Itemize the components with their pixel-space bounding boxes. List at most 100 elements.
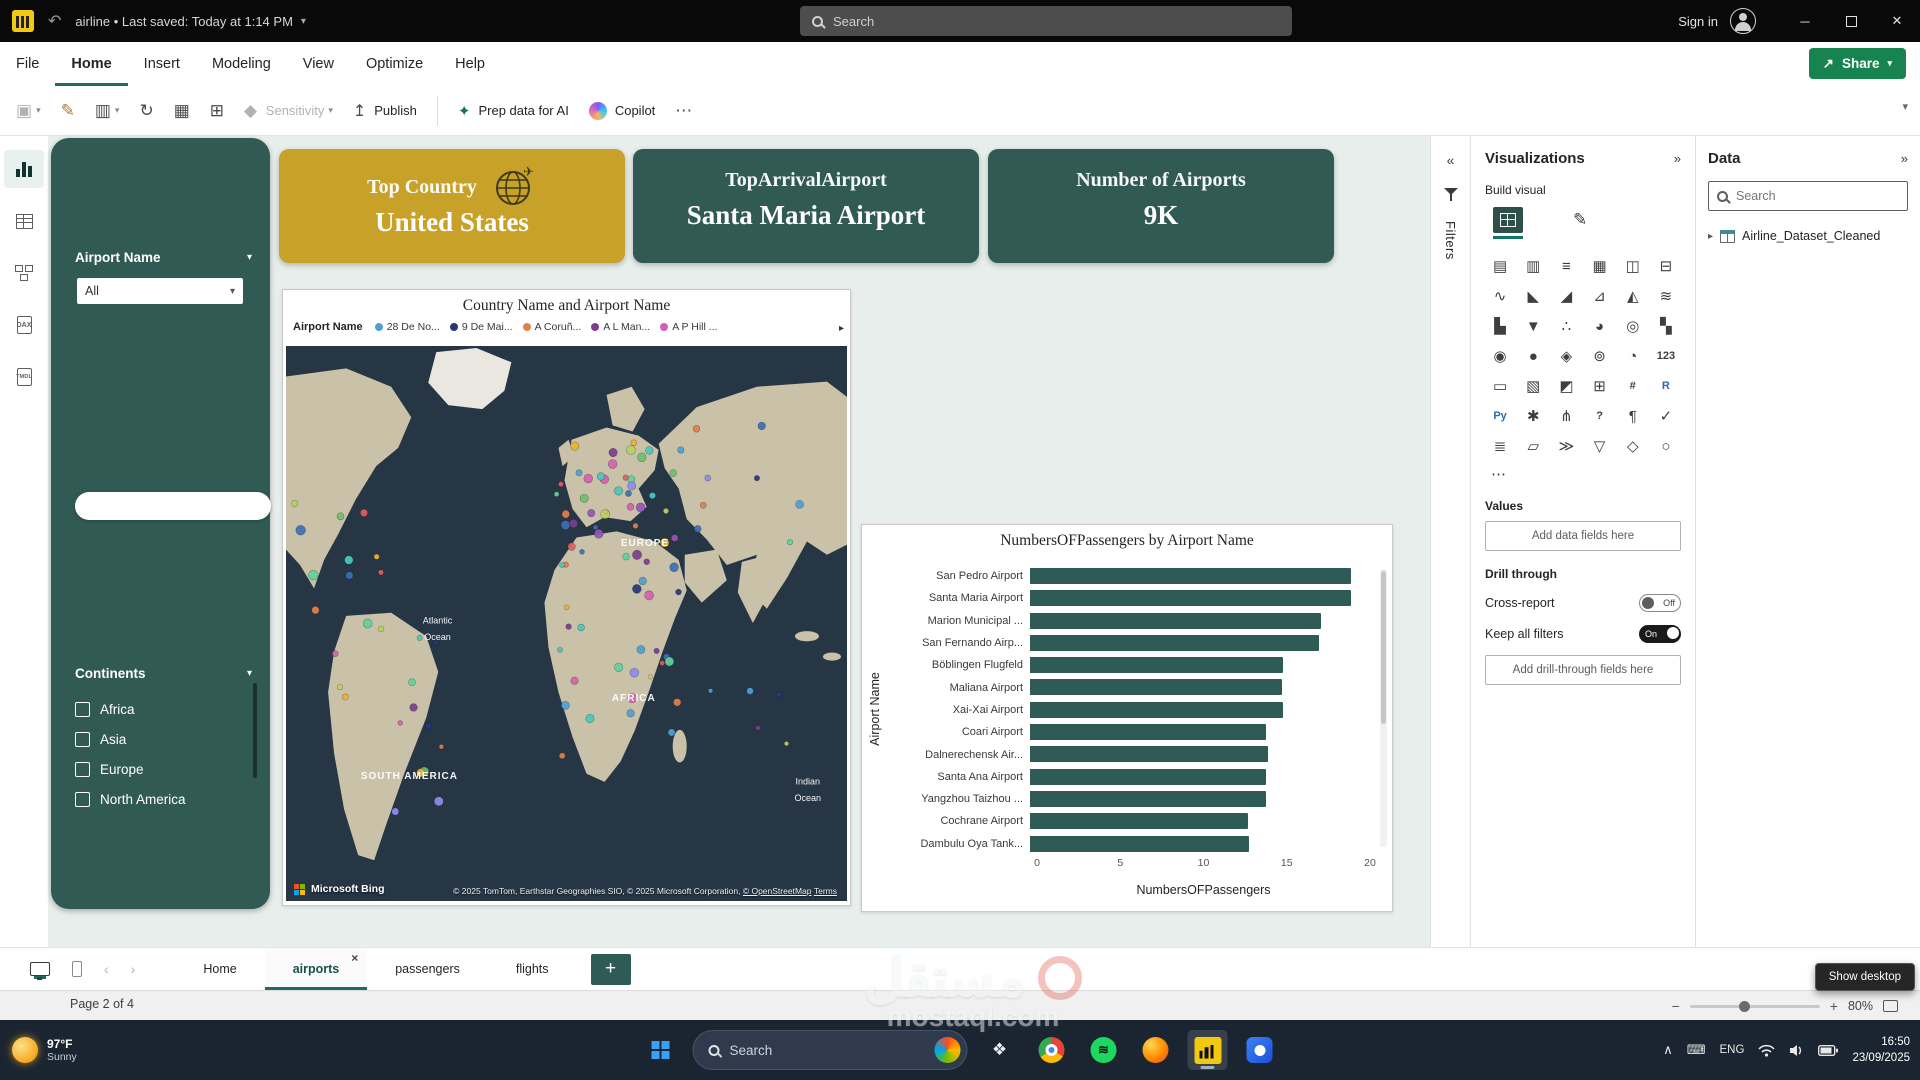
- visual-type-table[interactable]: ⊞: [1584, 373, 1614, 399]
- model-view-button[interactable]: [4, 254, 44, 292]
- collapse-ribbon-icon[interactable]: ▾: [1902, 100, 1908, 113]
- map-data-point[interactable]: [309, 570, 319, 580]
- map-data-point[interactable]: [784, 741, 788, 745]
- start-button[interactable]: [641, 1030, 681, 1070]
- photos-app-button[interactable]: [1240, 1030, 1280, 1070]
- visual-type-waterfall-chart[interactable]: ▙: [1485, 313, 1515, 339]
- map-data-point[interactable]: [312, 606, 320, 614]
- dataset-tree-item[interactable]: ▸ Airline_Dataset_Cleaned: [1708, 229, 1908, 243]
- zoom-in-button[interactable]: +: [1830, 998, 1838, 1014]
- visual-type-line-chart[interactable]: ∿: [1485, 283, 1515, 309]
- map-data-point[interactable]: [649, 492, 655, 499]
- previous-page-icon[interactable]: ‹: [104, 961, 109, 977]
- global-search-input[interactable]: Search: [800, 6, 1292, 36]
- map-data-point[interactable]: [628, 482, 636, 490]
- publish-button[interactable]: ↥ Publish: [353, 101, 417, 121]
- map-data-point[interactable]: [576, 470, 582, 476]
- bar[interactable]: [1030, 813, 1248, 829]
- minimize-button[interactable]: ─: [1782, 0, 1828, 42]
- document-title[interactable]: airline • Last saved: Today at 1:14 PM ▾: [75, 14, 306, 29]
- map-data-point[interactable]: [566, 624, 572, 630]
- visual-type-azure-map[interactable]: ⊚: [1584, 343, 1614, 369]
- visual-type-smart-narrative[interactable]: ¶: [1618, 403, 1648, 429]
- keep-all-filters-toggle[interactable]: On: [1639, 625, 1681, 643]
- map-data-point[interactable]: [758, 422, 766, 430]
- map-data-point[interactable]: [557, 647, 562, 652]
- airport-slicer-dropdown[interactable]: All ▾: [77, 278, 243, 304]
- map-data-point[interactable]: [374, 554, 379, 559]
- visual-type-treemap[interactable]: ▚: [1651, 313, 1681, 339]
- visual-type-100-stacked-column-chart[interactable]: ⊟: [1651, 253, 1681, 279]
- checkbox-icon[interactable]: [75, 762, 90, 777]
- map-data-point[interactable]: [564, 605, 569, 610]
- visual-type-paginated-report[interactable]: ≣: [1485, 433, 1515, 459]
- expand-chevron-icon[interactable]: ▸: [1708, 231, 1713, 242]
- map-data-point[interactable]: [625, 490, 631, 496]
- collapse-pane-icon[interactable]: »: [1901, 151, 1908, 166]
- map-data-point[interactable]: [787, 539, 792, 544]
- map-data-point[interactable]: [588, 509, 595, 517]
- cross-report-toggle[interactable]: Off: [1639, 594, 1681, 612]
- next-page-icon[interactable]: ›: [131, 961, 136, 977]
- visual-type-gauge[interactable]: ◔: [1618, 343, 1648, 369]
- map-data-point[interactable]: [705, 475, 711, 481]
- map-data-point[interactable]: [434, 797, 443, 806]
- bar[interactable]: [1030, 613, 1321, 629]
- map-data-point[interactable]: [558, 482, 563, 487]
- task-view-button[interactable]: ❖: [980, 1030, 1020, 1070]
- visual-type-power-apps[interactable]: ▱: [1518, 433, 1548, 459]
- map-data-point[interactable]: [578, 624, 585, 631]
- visual-type-shape-map[interactable]: ◈: [1551, 343, 1581, 369]
- close-tab-icon[interactable]: ×: [351, 951, 358, 965]
- menu-item-file[interactable]: File: [0, 42, 55, 86]
- sensitivity-button[interactable]: ◆ Sensitivity▾: [244, 101, 333, 121]
- visual-type-python-visual[interactable]: Py: [1485, 403, 1515, 429]
- format-visual-tab[interactable]: ✎: [1573, 207, 1587, 230]
- weather-widget[interactable]: 97°F Sunny: [12, 1020, 77, 1080]
- map-data-point[interactable]: [747, 688, 754, 695]
- visual-type-clustered-column-chart[interactable]: ▦: [1584, 253, 1614, 279]
- slicer-scrollbar[interactable]: [253, 683, 257, 778]
- checkbox-icon[interactable]: [75, 702, 90, 717]
- visual-type-r-script-visual[interactable]: R: [1651, 373, 1681, 399]
- map-data-point[interactable]: [673, 698, 681, 706]
- bar[interactable]: [1030, 836, 1249, 852]
- map-data-point[interactable]: [663, 508, 668, 513]
- bar[interactable]: [1030, 724, 1266, 740]
- map-data-point[interactable]: [337, 684, 342, 689]
- bing-icon[interactable]: [935, 1037, 961, 1063]
- menu-item-home[interactable]: Home: [55, 42, 127, 86]
- map-data-point[interactable]: [639, 577, 647, 585]
- zoom-slider[interactable]: [1690, 1005, 1820, 1008]
- add-page-button[interactable]: +: [591, 954, 631, 985]
- map-data-point[interactable]: [378, 570, 383, 575]
- text-box-button[interactable]: ⊞: [210, 101, 224, 121]
- tmdl-view-button[interactable]: TMDL: [4, 358, 44, 396]
- map-data-point[interactable]: [332, 651, 338, 657]
- bar[interactable]: [1030, 590, 1351, 606]
- map-data-point[interactable]: [627, 503, 634, 510]
- continent-option-africa[interactable]: Africa: [75, 694, 258, 724]
- map-data-point[interactable]: [398, 720, 403, 725]
- visual-type-kpi[interactable]: ◩: [1551, 373, 1581, 399]
- map-data-point[interactable]: [614, 487, 622, 496]
- map-canvas[interactable]: EUROPEAtlanticOceanAFRICASOUTH AMERICAIn…: [286, 346, 847, 901]
- desktop-layout-icon[interactable]: [30, 962, 50, 976]
- map-data-point[interactable]: [676, 589, 682, 595]
- visual-type-map[interactable]: ◉: [1485, 343, 1515, 369]
- zoom-slider-thumb[interactable]: [1739, 1001, 1750, 1012]
- bar[interactable]: [1030, 568, 1351, 584]
- map-data-point[interactable]: [708, 688, 712, 692]
- map-data-point[interactable]: [561, 520, 570, 529]
- touch-keyboard-icon[interactable]: ⌨: [1687, 1042, 1706, 1058]
- continents-slicer-header[interactable]: Continents ▾: [75, 666, 252, 681]
- copilot-button[interactable]: Copilot: [589, 102, 655, 120]
- map-data-point[interactable]: [637, 645, 645, 653]
- page-tab-airports[interactable]: airports×: [265, 948, 368, 990]
- map-data-point[interactable]: [292, 500, 298, 506]
- map-data-point[interactable]: [559, 753, 565, 759]
- map-data-point[interactable]: [678, 447, 684, 454]
- card-number-of-airports[interactable]: Number of Airports 9K: [988, 149, 1334, 263]
- map-data-point[interactable]: [630, 668, 639, 677]
- map-data-point[interactable]: [597, 473, 605, 481]
